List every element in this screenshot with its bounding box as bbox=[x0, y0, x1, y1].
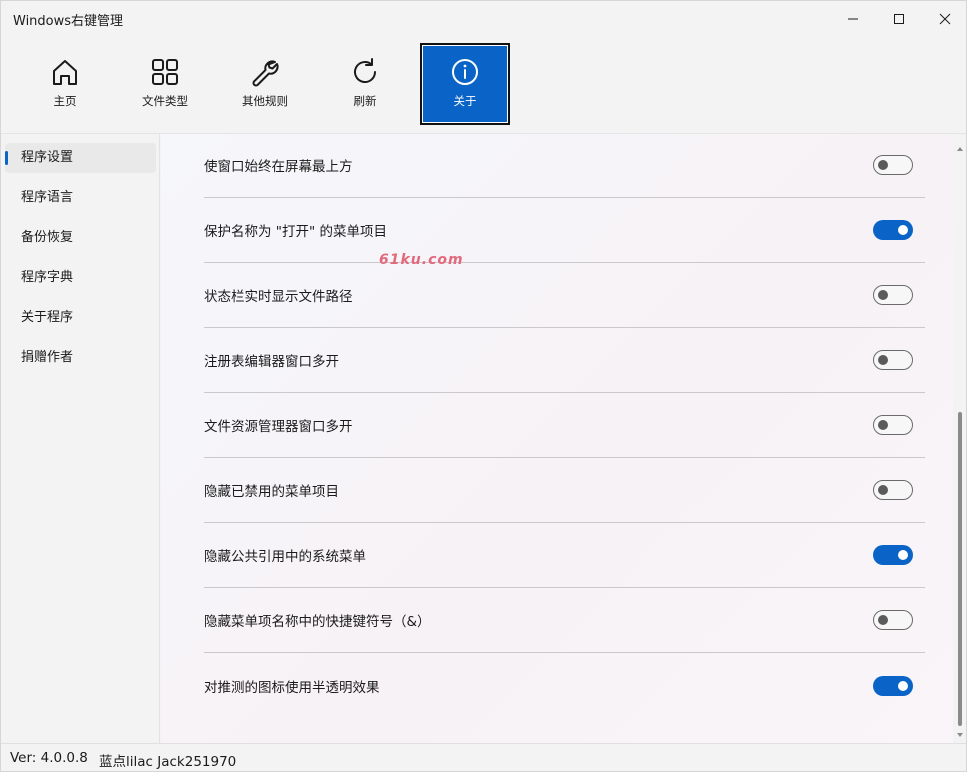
toolbar-other-rules-label: 其他规则 bbox=[242, 94, 288, 108]
author-text: 蓝点lilac Jack251970 bbox=[99, 754, 237, 770]
setting-label: 保护名称为 "打开" 的菜单项目 bbox=[204, 224, 388, 240]
toggle-switch[interactable] bbox=[873, 480, 913, 500]
window-title: Windows右键管理 bbox=[13, 14, 124, 29]
setting-label: 隐藏公共引用中的系统菜单 bbox=[204, 549, 366, 565]
watermark-text: 61ku.com bbox=[379, 252, 464, 268]
setting-row-statusbar-path: 状态栏实时显示文件路径 bbox=[204, 263, 925, 328]
vertical-scrollbar[interactable] bbox=[954, 134, 966, 743]
toolbar-refresh-button[interactable]: 刷新 bbox=[322, 45, 408, 123]
toggle-knob bbox=[878, 290, 888, 300]
toolbar-refresh-label: 刷新 bbox=[353, 94, 377, 108]
settings-panel: 使窗口始终在屏幕最上方 保护名称为 "打开" 的菜单项目 状态栏实时显示文件路径… bbox=[161, 134, 953, 743]
toolbar-other-rules-button[interactable]: 其他规则 bbox=[222, 45, 308, 123]
toggle-switch[interactable] bbox=[873, 285, 913, 305]
home-icon bbox=[53, 60, 77, 85]
minimize-icon bbox=[848, 18, 858, 20]
title-bar: Windows右键管理 bbox=[1, 1, 966, 37]
setting-row-translucent-icons: 对推测的图标使用半透明效果 bbox=[204, 653, 925, 718]
setting-label: 状态栏实时显示文件路径 bbox=[204, 289, 353, 305]
toolbar-home-button[interactable]: 主页 bbox=[22, 45, 108, 123]
sidebar-item-label: 捐赠作者 bbox=[21, 350, 74, 365]
toggle-knob bbox=[878, 160, 888, 170]
sidebar-item-about-program[interactable]: 关于程序 bbox=[5, 303, 156, 333]
toggle-switch[interactable] bbox=[873, 220, 913, 240]
setting-row-regedit-multi: 注册表编辑器窗口多开 bbox=[204, 328, 925, 393]
info-icon bbox=[452, 59, 478, 85]
setting-label: 使窗口始终在屏幕最上方 bbox=[204, 159, 353, 175]
setting-label: 对推测的图标使用半透明效果 bbox=[204, 679, 380, 696]
app-window: Windows右键管理 主页 文件类型 其他规则 刷新 关于 程序设置 程序语言… bbox=[0, 0, 967, 772]
sidebar-item-program-settings[interactable]: 程序设置 bbox=[5, 143, 156, 173]
setting-row-protect-open: 保护名称为 "打开" 的菜单项目 bbox=[204, 198, 925, 263]
version-text: Ver: 4.0.0.8 bbox=[10, 750, 88, 766]
minimize-button[interactable] bbox=[830, 1, 876, 37]
toggle-switch[interactable] bbox=[873, 415, 913, 435]
setting-label: 隐藏已禁用的菜单项目 bbox=[204, 484, 339, 500]
sidebar-item-label: 程序语言 bbox=[21, 190, 74, 205]
setting-row-hide-disabled: 隐藏已禁用的菜单项目 bbox=[204, 458, 925, 523]
toolbar-about-button[interactable]: 关于 bbox=[420, 43, 510, 125]
sidebar-item-label: 备份恢复 bbox=[21, 230, 74, 245]
setting-row-hide-accelerator: 隐藏菜单项名称中的快捷键符号（&） bbox=[204, 588, 925, 653]
toggle-switch[interactable] bbox=[873, 350, 913, 370]
wrench-icon bbox=[252, 60, 279, 87]
sidebar-item-program-dictionary[interactable]: 程序字典 bbox=[5, 263, 156, 293]
setting-row-hide-system-menus: 隐藏公共引用中的系统菜单 bbox=[204, 523, 925, 588]
toolbar-file-types-button[interactable]: 文件类型 bbox=[122, 45, 208, 123]
toolbar: 主页 文件类型 其他规则 刷新 关于 bbox=[1, 37, 966, 133]
toggle-switch[interactable] bbox=[873, 610, 913, 630]
toggle-switch[interactable] bbox=[873, 675, 913, 696]
toggle-knob bbox=[878, 615, 888, 625]
grid-icon bbox=[152, 59, 178, 85]
toggle-knob bbox=[898, 550, 908, 560]
setting-row-always-on-top: 使窗口始终在屏幕最上方 bbox=[204, 134, 925, 198]
toggle-knob bbox=[878, 355, 888, 365]
scroll-down-arrow-icon[interactable] bbox=[955, 730, 965, 740]
scrollbar-thumb[interactable] bbox=[958, 412, 962, 726]
sidebar: 程序设置 程序语言 备份恢复 程序字典 关于程序 捐赠作者 bbox=[1, 134, 160, 743]
setting-label: 注册表编辑器窗口多开 bbox=[204, 354, 339, 370]
sidebar-item-label: 程序设置 bbox=[21, 150, 74, 165]
toggle-knob bbox=[878, 485, 888, 495]
sidebar-item-program-language[interactable]: 程序语言 bbox=[5, 183, 156, 213]
toggle-switch[interactable] bbox=[873, 545, 913, 565]
setting-row-explorer-multi: 文件资源管理器窗口多开 bbox=[204, 393, 925, 458]
toggle-knob bbox=[898, 225, 908, 235]
maximize-icon bbox=[894, 14, 904, 24]
toolbar-about-label: 关于 bbox=[453, 94, 477, 108]
toggle-switch[interactable] bbox=[873, 155, 913, 175]
toolbar-file-types-label: 文件类型 bbox=[142, 94, 188, 108]
sidebar-item-backup-restore[interactable]: 备份恢复 bbox=[5, 223, 156, 253]
toolbar-home-label: 主页 bbox=[53, 94, 77, 108]
sidebar-item-label: 程序字典 bbox=[21, 270, 74, 285]
sidebar-item-donate[interactable]: 捐赠作者 bbox=[5, 343, 156, 373]
toggle-knob bbox=[898, 680, 908, 691]
setting-label: 文件资源管理器窗口多开 bbox=[204, 419, 353, 435]
close-button[interactable] bbox=[922, 1, 967, 37]
scroll-up-arrow-icon[interactable] bbox=[955, 144, 965, 154]
close-icon bbox=[939, 13, 951, 25]
setting-label: 隐藏菜单项名称中的快捷键符号（&） bbox=[204, 614, 431, 630]
sidebar-item-label: 关于程序 bbox=[21, 310, 74, 325]
toggle-knob bbox=[878, 420, 888, 430]
maximize-button[interactable] bbox=[876, 1, 922, 37]
refresh-icon bbox=[354, 58, 376, 83]
status-bar: Ver: 4.0.0.8 蓝点lilac Jack251970 bbox=[1, 743, 966, 771]
